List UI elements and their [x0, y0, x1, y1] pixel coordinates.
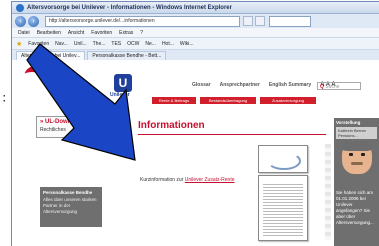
- decorative-dots: · ·: [3, 91, 6, 106]
- search-placeholder: Suche: [325, 84, 340, 90]
- menu-help[interactable]: ?: [140, 30, 143, 36]
- decorative-strip: [325, 144, 331, 240]
- nav-zusatzversorgung[interactable]: Zusatzversorgung: [260, 97, 316, 104]
- promo-text: Alles über unseren starken Partner in de…: [43, 197, 97, 214]
- brochure-graphic: [267, 152, 301, 170]
- nav-glossar[interactable]: Glossar: [192, 82, 211, 88]
- forward-arrow-icon[interactable]: ›: [28, 15, 39, 27]
- menu-extras[interactable]: Extras: [119, 30, 133, 36]
- right-panel-text: Sie haben sich am 01.01.2006 bei Unileve…: [336, 190, 374, 225]
- right-panel-subtitle: Kathrein Berner Pensions...: [336, 127, 377, 139]
- text-lines: [263, 182, 303, 236]
- favorite-link[interactable]: OCW: [127, 41, 139, 47]
- right-panel: Vorstellung Kathrein Berner Pensions... …: [334, 118, 379, 246]
- promo-title: Personalkasse Bendhe: [43, 190, 93, 195]
- favorite-link[interactable]: Ne...: [145, 41, 156, 47]
- title-bar: Altersvorsorge bei Unilever - Informatio…: [12, 2, 379, 14]
- back-arrow-icon[interactable]: ‹: [15, 15, 26, 27]
- decorative-swoosh: [18, 66, 46, 92]
- sidebar-item-rechtliches[interactable]: Rechtliches: [40, 127, 96, 133]
- person-photo: [342, 140, 372, 174]
- menu-datei[interactable]: Datei: [18, 30, 30, 36]
- favorite-link[interactable]: Wiki...: [180, 41, 194, 47]
- refresh-icon[interactable]: [243, 16, 253, 26]
- photo-eye: [349, 153, 353, 156]
- menu-ansicht[interactable]: Ansicht: [68, 30, 84, 36]
- photo-eye: [361, 153, 365, 156]
- favorites-bar: ★ Favoriten Nav... Unil... The... TES OC…: [12, 38, 379, 50]
- search-icon: Q: [320, 84, 324, 90]
- favorites-star-icon[interactable]: ★: [16, 40, 22, 48]
- favorites-label[interactable]: Favoriten: [28, 41, 49, 47]
- window-title: Altersvorsorge bei Unilever - Informatio…: [27, 4, 232, 11]
- nav-rente-beitrags[interactable]: Rente & Beitrags: [152, 97, 196, 104]
- favorite-link[interactable]: Hot...: [162, 41, 174, 47]
- address-row: ‹ › http://altersvorsorge.unilever.de/..…: [12, 14, 379, 28]
- nav-bestandsuebertragung[interactable]: Bestandsübertragung: [200, 97, 256, 104]
- address-bar[interactable]: http://altersvorsorge.unilever.de/...inf…: [45, 15, 240, 27]
- favorite-link[interactable]: The...: [93, 41, 106, 47]
- menu-bar: Datei Bearbeiten Ansicht Favoriten Extra…: [12, 28, 379, 38]
- favorite-link[interactable]: Unil...: [74, 41, 87, 47]
- favorite-link[interactable]: TES: [111, 41, 121, 47]
- unilever-logo[interactable]: U: [114, 74, 132, 92]
- menu-favoriten[interactable]: Favoriten: [91, 30, 112, 36]
- favorite-link[interactable]: Nav...: [55, 41, 68, 47]
- info-line: Kurzinformation zur Unilever Zusatz-Rent…: [140, 177, 235, 183]
- promo-box[interactable]: Personalkasse Bendhe Alles über unseren …: [40, 187, 102, 227]
- menu-bearbeiten[interactable]: Bearbeiten: [37, 30, 61, 36]
- page-title: Informationen: [138, 120, 205, 131]
- zusatz-rente-link[interactable]: Unilever Zusatz-Rente: [185, 177, 235, 183]
- brochure-cover[interactable]: [258, 145, 308, 173]
- site-search-input[interactable]: Q Suche: [317, 82, 361, 90]
- info-text: Kurzinformation zur: [140, 177, 185, 183]
- stop-icon[interactable]: [255, 16, 265, 26]
- internet-explorer-icon: [16, 3, 24, 12]
- nav-ansprechpartner[interactable]: Ansprechpartner: [220, 82, 260, 88]
- right-panel-title: Vorstellung: [336, 120, 361, 125]
- photo-hair: [342, 140, 372, 151]
- sidebar-nav: » UL-Downloads Rechtliches: [36, 116, 100, 138]
- logo-wordmark: Unilever: [110, 92, 130, 98]
- brochure-thumbnails: [258, 145, 308, 241]
- brochure-page[interactable]: [258, 175, 308, 241]
- sidebar-item-ul-downloads[interactable]: » UL-Downloads: [40, 119, 96, 125]
- top-navigation: Glossar Ansprechpartner English Summary …: [192, 82, 336, 88]
- browser-window: Altersvorsorge bei Unilever - Informatio…: [12, 2, 379, 246]
- main-navigation: Rente & Beitrags Bestandsübertragung Zus…: [152, 97, 316, 104]
- nav-english-summary[interactable]: English Summary: [269, 82, 311, 88]
- divider: [138, 134, 326, 135]
- browser-search-input[interactable]: [269, 15, 311, 27]
- web-page: U Unilever Glossar Ansprechpartner Engli…: [12, 60, 379, 246]
- photo-mustache: [351, 162, 363, 165]
